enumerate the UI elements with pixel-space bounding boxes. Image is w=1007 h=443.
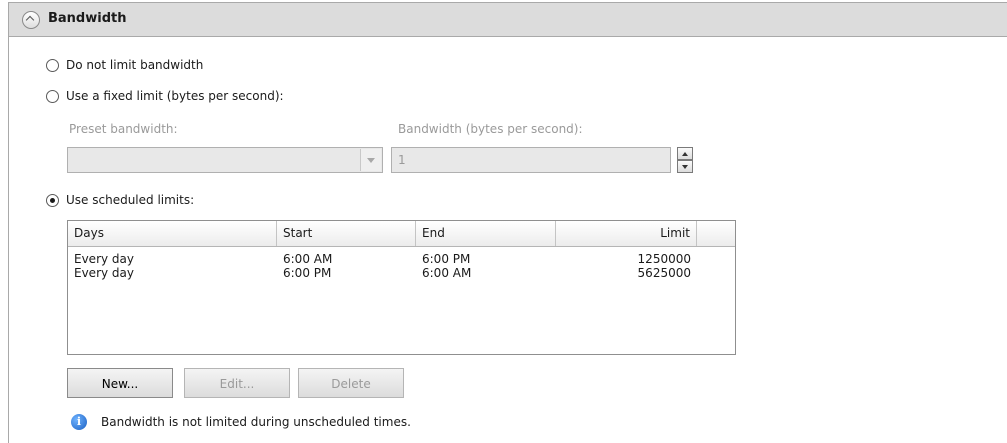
info-icon: i	[71, 414, 87, 430]
radio-fixed-limit[interactable]: Use a fixed limit (bytes per second):	[46, 87, 284, 105]
table-row[interactable]: Every day 6:00 AM 6:00 PM 1250000	[68, 252, 735, 266]
cell-end: 6:00 AM	[422, 266, 472, 280]
cell-days: Every day	[74, 252, 134, 266]
cell-days: Every day	[74, 266, 134, 280]
radio-button-no-limit[interactable]	[46, 58, 59, 72]
column-header-end[interactable]: End	[416, 221, 556, 246]
bandwidth-value-label: Bandwidth (bytes per second):	[398, 122, 583, 136]
spin-down-arrow-icon[interactable]	[677, 160, 693, 173]
column-header-start[interactable]: Start	[277, 221, 416, 246]
panel-left-border	[8, 2, 9, 443]
radio-fixed-limit-label: Use a fixed limit (bytes per second):	[66, 89, 284, 103]
cell-limit: 1250000	[637, 252, 691, 266]
chevron-down-icon[interactable]	[360, 149, 381, 171]
preset-bandwidth-select[interactable]	[67, 147, 383, 173]
cell-start: 6:00 PM	[283, 266, 332, 280]
table-header: Days Start End Limit	[68, 221, 735, 247]
collapse-chevron-up-icon[interactable]	[22, 11, 40, 29]
column-header-limit[interactable]: Limit	[556, 221, 697, 246]
radio-no-limit[interactable]: Do not limit bandwidth	[46, 56, 203, 74]
bandwidth-spinner[interactable]	[677, 147, 693, 173]
new-button[interactable]: New...	[67, 368, 173, 398]
table-row[interactable]: Every day 6:00 PM 6:00 AM 5625000	[68, 266, 735, 280]
radio-scheduled-limits[interactable]: Use scheduled limits:	[46, 191, 194, 209]
radio-no-limit-label: Do not limit bandwidth	[66, 58, 204, 72]
bandwidth-bytes-input[interactable]: 1	[391, 147, 671, 173]
table-body: Every day 6:00 AM 6:00 PM 1250000 Every …	[68, 252, 735, 280]
bandwidth-section-header[interactable]: Bandwidth	[9, 2, 1007, 37]
info-message: Bandwidth is not limited during unschedu…	[101, 415, 411, 429]
section-title: Bandwidth	[48, 11, 127, 26]
cell-start: 6:00 AM	[283, 252, 333, 266]
delete-button[interactable]: Delete	[298, 368, 404, 398]
column-header-filler	[697, 221, 735, 246]
schedule-table[interactable]: Days Start End Limit Every day 6:00 AM 6…	[67, 220, 736, 355]
cell-limit: 5625000	[637, 266, 691, 280]
edit-button[interactable]: Edit...	[184, 368, 290, 398]
radio-button-fixed-limit[interactable]	[46, 89, 59, 103]
column-header-days[interactable]: Days	[68, 221, 277, 246]
spin-up-arrow-icon[interactable]	[677, 147, 693, 160]
preset-bandwidth-label: Preset bandwidth:	[69, 122, 178, 136]
radio-scheduled-label: Use scheduled limits:	[66, 193, 195, 207]
cell-end: 6:00 PM	[422, 252, 471, 266]
radio-button-scheduled[interactable]	[46, 193, 59, 207]
